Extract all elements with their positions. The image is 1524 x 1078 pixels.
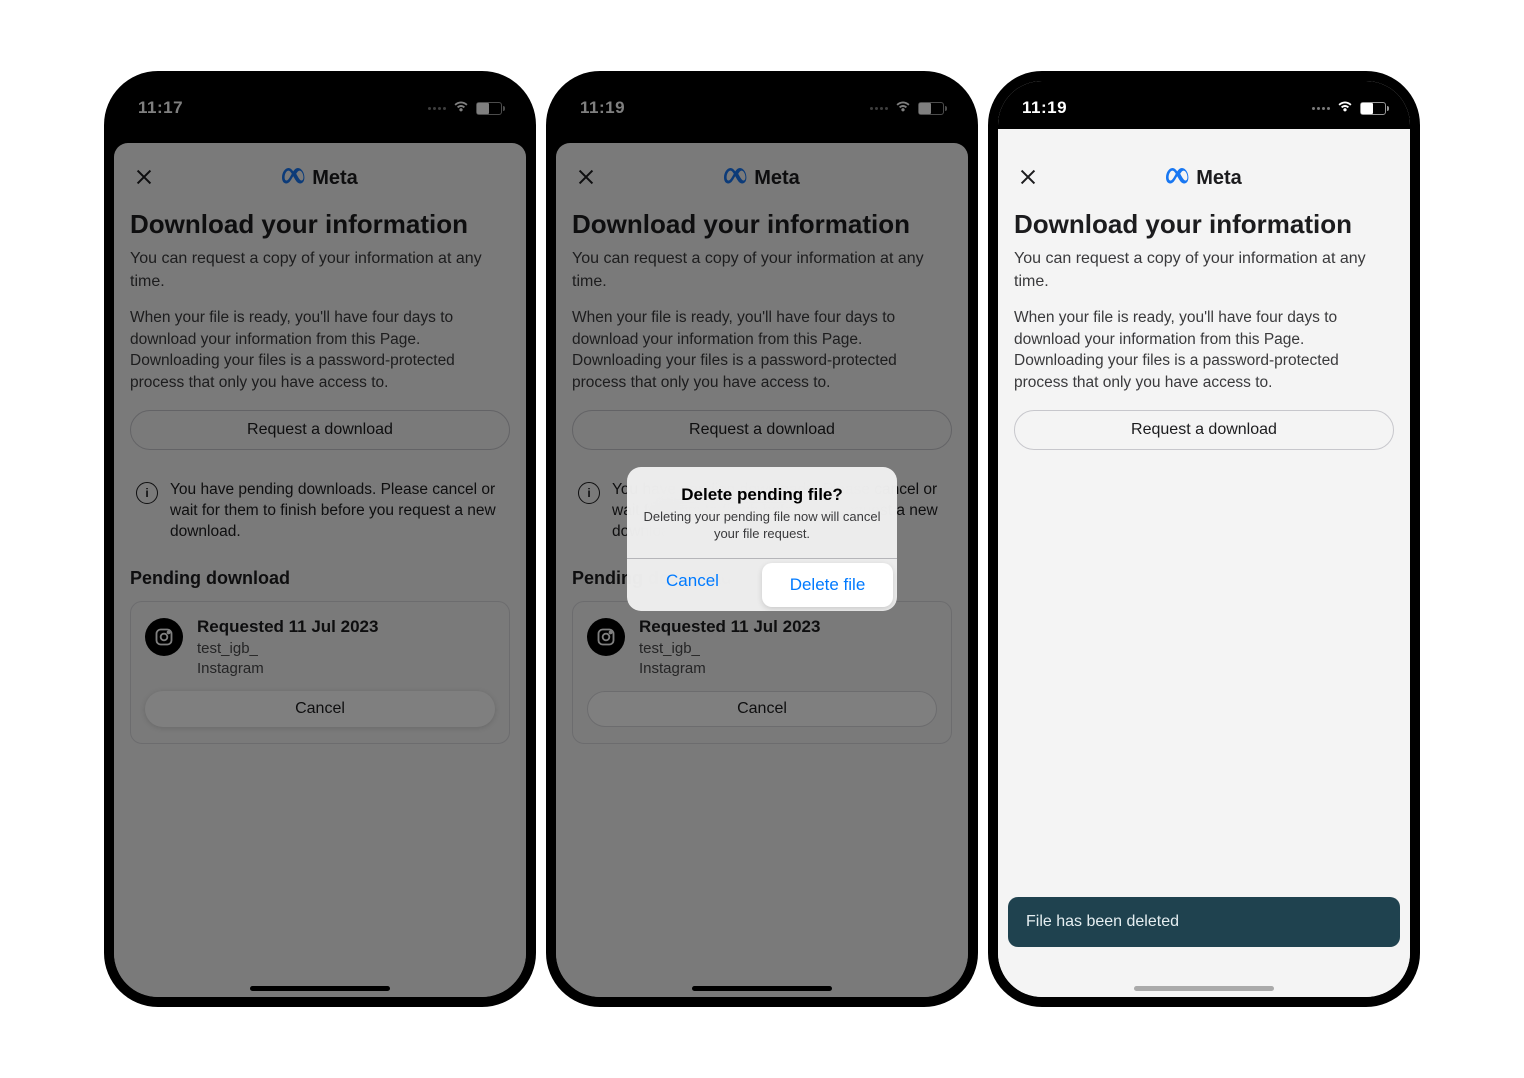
alert-cancel-button[interactable]: Cancel bbox=[627, 559, 758, 603]
phone-frame-3: 11:19 Meta Download your information You… bbox=[988, 71, 1420, 1007]
delete-alert: Delete pending file? Deleting your pendi… bbox=[627, 467, 897, 612]
wifi-icon bbox=[1336, 99, 1354, 117]
page-intro-2: When your file is ready, you'll have fou… bbox=[1014, 307, 1394, 394]
battery-icon bbox=[1360, 102, 1386, 115]
page-intro-1: You can request a copy of your informati… bbox=[1014, 248, 1394, 293]
status-time: 11:19 bbox=[1022, 92, 1067, 118]
meta-logo-text: Meta bbox=[1196, 167, 1242, 190]
meta-mark-icon bbox=[1166, 167, 1190, 190]
alert-wrap: Delete pending file? Deleting your pendi… bbox=[556, 81, 968, 997]
screen: 11:19 Meta Download your information You… bbox=[998, 81, 1410, 997]
page-title: Download your information bbox=[1014, 209, 1394, 240]
alert-message: Deleting your pending file now will canc… bbox=[643, 509, 881, 543]
cell-dots-icon bbox=[1312, 107, 1330, 110]
screen: 11:17 Meta Download your information You… bbox=[114, 81, 526, 997]
screen: 11:19 Meta Download your information You… bbox=[556, 81, 968, 997]
request-download-button[interactable]: Request a download bbox=[1014, 410, 1394, 450]
toast-deleted: File has been deleted bbox=[1008, 897, 1400, 947]
status-icons bbox=[1312, 93, 1386, 117]
screenshots-row: 11:17 Meta Download your information You… bbox=[104, 71, 1420, 1007]
dim-overlay bbox=[114, 81, 526, 997]
close-icon[interactable] bbox=[1014, 163, 1042, 191]
alert-title: Delete pending file? bbox=[643, 485, 881, 505]
home-indicator[interactable] bbox=[692, 986, 832, 991]
home-indicator[interactable] bbox=[250, 986, 390, 991]
status-bar: 11:19 bbox=[998, 81, 1410, 129]
meta-logo: Meta bbox=[1166, 167, 1242, 190]
alert-body: Delete pending file? Deleting your pendi… bbox=[627, 467, 897, 559]
sheet: Meta Download your information You can r… bbox=[998, 143, 1410, 997]
sheet-header: Meta bbox=[1014, 161, 1394, 195]
home-indicator[interactable] bbox=[1134, 986, 1274, 991]
phone-frame-2: 11:19 Meta Download your information You… bbox=[546, 71, 978, 1007]
alert-actions: Cancel Delete file bbox=[627, 558, 897, 611]
alert-delete-file-button[interactable]: Delete file bbox=[762, 563, 893, 607]
phone-frame-1: 11:17 Meta Download your information You… bbox=[104, 71, 536, 1007]
